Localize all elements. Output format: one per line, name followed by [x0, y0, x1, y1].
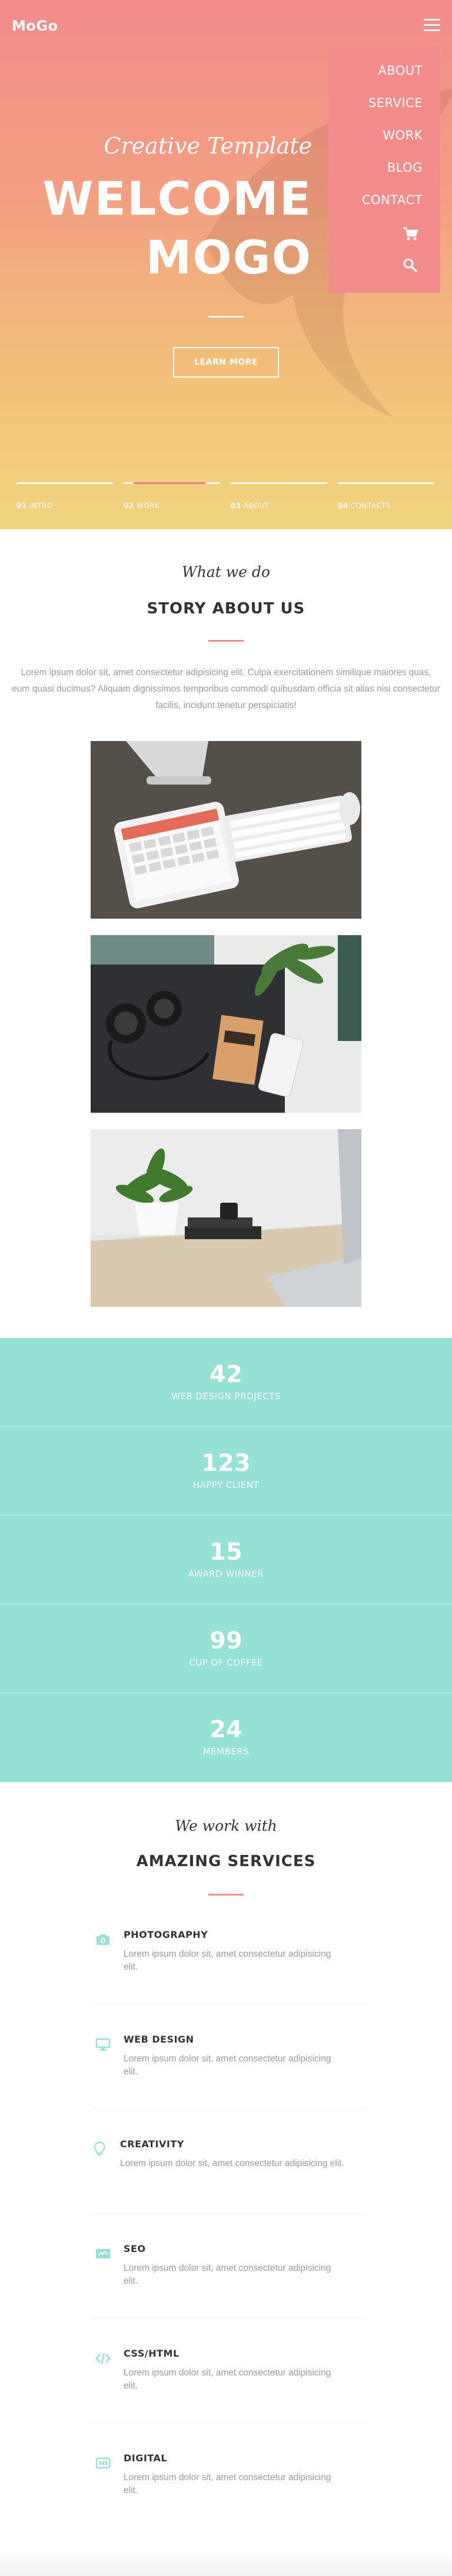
search-icon[interactable] [401, 256, 419, 274]
stat-label: WEB DESIGN PROJECTS [171, 1391, 281, 1402]
nav-item-work[interactable]: WORK [383, 128, 423, 142]
service-seo: SEO Lorem ipsum dolor sit, amet consecte… [91, 2214, 367, 2318]
camera-icon [97, 1934, 109, 1945]
service-title: PHOTOGRAPHY [124, 1929, 208, 1940]
service-description: Lorem ipsum dolor sit, amet consectetur … [124, 1949, 331, 1972]
cart-icon[interactable] [401, 225, 419, 243]
stat-number: 15 [210, 1539, 242, 1566]
photo-desk-tablet [91, 741, 361, 919]
learn-more-button[interactable]: LEARN MORE [173, 347, 279, 378]
hero-title-line1: WELCOME [42, 173, 312, 226]
slide-about[interactable]: 03 ABOUT [231, 482, 327, 510]
stat-label: AWARD WINNER [188, 1569, 264, 1579]
stat-number: 99 [210, 1627, 242, 1654]
service-web-design: WEB DESIGN Lorem ipsum dolor sit, amet c… [91, 2004, 367, 2109]
slide-number: 04 [338, 502, 348, 510]
stat-awards: 15 AWARD WINNER [0, 1516, 452, 1604]
stat-number: 42 [210, 1361, 242, 1388]
service-digital: DIGITAL Lorem ipsum dolor sit, amet cons… [91, 2423, 367, 2528]
services-script-heading: We work with [175, 1817, 277, 1834]
photo-plant-desk [91, 1129, 361, 1307]
service-title: SEO [124, 2243, 146, 2254]
nav-menu: ABOUT SERVICE WORK BLOG CONTACT [328, 46, 440, 293]
code-icon [95, 2353, 111, 2364]
service-creativity: CREATIVITY Lorem ipsum dolor sit, amet c… [91, 2109, 367, 2214]
hero-divider [208, 316, 244, 318]
hero-title-line2: MOGO [145, 232, 312, 285]
slide-number: 01 [16, 502, 27, 510]
monitor-icon [95, 2038, 111, 2051]
service-photography: PHOTOGRAPHY Lorem ipsum dolor sit, amet … [91, 1900, 367, 2004]
hamburger-icon[interactable] [424, 19, 440, 32]
next-section-edge [0, 2550, 452, 2576]
stat-label: CUP OF COFFEE [189, 1657, 263, 1668]
nav-item-contact[interactable]: CONTACT [362, 193, 423, 207]
hero-subtitle: Creative Template [104, 133, 312, 159]
stat-label: MEMBERS [202, 1746, 250, 1757]
service-title: CREATIVITY [120, 2138, 184, 2150]
photo-headphones-plant [91, 935, 361, 1113]
hero-section: MoGo ABOUT SERVICE WORK BLOG CONTACT Cre… [0, 0, 452, 529]
service-title: CSS/HTML [124, 2348, 180, 2359]
digital-icon [95, 2457, 111, 2469]
stat-projects: 42 WEB DESIGN PROJECTS [0, 1338, 452, 1427]
about-paragraph: Lorem ipsum dolor sit, amet consectetur … [12, 668, 440, 710]
service-description: Lorem ipsum dolor sit, amet consectetur … [120, 2158, 344, 2168]
stat-clients: 123 HAPPY CLIENT [0, 1427, 452, 1516]
seo-icon [96, 2249, 110, 2258]
about-divider [208, 640, 244, 642]
slide-label: CONTACTS [350, 502, 391, 510]
stat-label: HAPPY CLIENT [192, 1480, 260, 1490]
nav-item-about[interactable]: ABOUT [378, 64, 423, 78]
services-divider [208, 1894, 244, 1896]
stat-number: 123 [201, 1450, 251, 1477]
slide-contacts[interactable]: 04 CONTACTS [338, 482, 434, 510]
lightbulb-icon [94, 2141, 105, 2155]
brand-logo[interactable]: MoGo [12, 18, 58, 34]
service-title: WEB DESIGN [124, 2034, 194, 2045]
slide-number: 03 [231, 502, 241, 510]
slide-intro[interactable]: 01 INTRO [16, 482, 113, 510]
stat-number: 24 [210, 1716, 242, 1743]
about-script-heading: What we do [182, 563, 270, 580]
service-description: Lorem ipsum dolor sit, amet consectetur … [124, 2054, 331, 2077]
service-description: Lorem ipsum dolor sit, amet consectetur … [124, 2368, 331, 2391]
slide-label: WORK [136, 502, 160, 510]
slide-number: 02 [124, 502, 134, 510]
services-title: AMAZING SERVICES [136, 1853, 316, 1870]
service-title: DIGITAL [124, 2452, 168, 2464]
nav-item-blog[interactable]: BLOG [387, 161, 423, 175]
about-title: STORY ABOUT US [147, 600, 305, 618]
slide-indicators: 01 INTRO 02 WORK 03 ABOUT 04 CONTACTS [16, 482, 436, 512]
stat-coffee: 99 CUP OF COFFEE [0, 1604, 452, 1693]
slide-label: ABOUT [243, 502, 270, 510]
service-css-html: CSS/HTML Lorem ipsum dolor sit, amet con… [91, 2318, 367, 2423]
stats-section: 42 WEB DESIGN PROJECTS 123 HAPPY CLIENT … [0, 1338, 452, 1782]
slide-work[interactable]: 02 WORK [124, 482, 220, 510]
service-description: Lorem ipsum dolor sit, amet consectetur … [124, 2472, 331, 2495]
nav-item-service[interactable]: SERVICE [368, 96, 423, 110]
stat-members: 24 MEMBERS [0, 1693, 452, 1782]
service-description: Lorem ipsum dolor sit, amet consectetur … [124, 2263, 331, 2286]
slide-label: INTRO [29, 502, 53, 510]
